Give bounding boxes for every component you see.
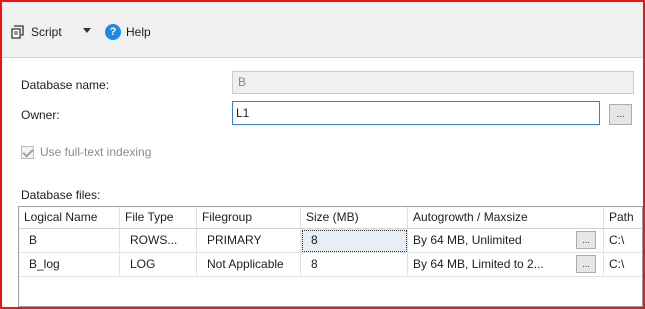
help-label: Help — [126, 25, 151, 39]
database-name-label: Database name: — [21, 78, 110, 92]
size-cell[interactable]: 8 — [301, 253, 408, 277]
path-cell[interactable]: C:\ — [604, 253, 642, 277]
help-button[interactable]: ? Help — [105, 22, 151, 42]
script-icon — [11, 25, 24, 39]
filegroup-cell[interactable]: Not Applicable — [197, 253, 301, 277]
size-cell[interactable]: 8 — [301, 229, 408, 253]
logical-name-cell[interactable]: B_log — [19, 253, 120, 277]
column-header-logical-name[interactable]: Logical Name — [19, 207, 120, 229]
column-header-filegroup[interactable]: Filegroup — [197, 207, 301, 229]
table-row[interactable]: B ROWS... PRIMARY 8 By 64 MB, Unlimited … — [19, 229, 642, 253]
fulltext-label: Use full-text indexing — [40, 145, 152, 159]
grid-header-row: Logical Name File Type Filegroup Size (M… — [19, 207, 642, 231]
fulltext-indexing-option: Use full-text indexing — [21, 145, 151, 159]
script-label: Script — [31, 25, 62, 39]
help-icon: ? — [105, 24, 121, 40]
filegroup-cell[interactable]: PRIMARY — [197, 229, 301, 253]
autogrowth-text: By 64 MB, Limited to 2... — [413, 257, 544, 271]
logical-name-cell[interactable]: B — [19, 229, 120, 253]
path-cell[interactable]: C:\ — [604, 229, 642, 253]
script-button[interactable]: Script — [10, 22, 62, 42]
autogrowth-text: By 64 MB, Unlimited — [413, 233, 522, 247]
database-files-grid: Logical Name File Type Filegroup Size (M… — [18, 206, 643, 307]
file-type-cell[interactable]: ROWS... — [120, 229, 197, 253]
autogrowth-browse-button[interactable]: ... — [576, 255, 596, 273]
fulltext-checkbox — [21, 145, 34, 159]
chevron-down-icon[interactable] — [83, 28, 91, 33]
owner-field[interactable] — [232, 101, 600, 125]
column-header-autogrowth[interactable]: Autogrowth / Maxsize — [408, 207, 604, 229]
autogrowth-cell[interactable]: By 64 MB, Unlimited ... — [408, 229, 604, 253]
owner-label: Owner: — [21, 108, 60, 122]
toolbar: Script ? Help — [2, 2, 643, 58]
owner-browse-button[interactable]: ... — [609, 104, 632, 125]
database-files-label: Database files: — [21, 188, 101, 202]
column-header-size[interactable]: Size (MB) — [301, 207, 408, 229]
autogrowth-browse-button[interactable]: ... — [576, 231, 596, 249]
autogrowth-cell[interactable]: By 64 MB, Limited to 2... ... — [408, 253, 604, 277]
database-name-field: B — [232, 71, 634, 94]
column-header-file-type[interactable]: File Type — [120, 207, 197, 229]
table-row[interactable]: B_log LOG Not Applicable 8 By 64 MB, Lim… — [19, 253, 642, 277]
column-header-path[interactable]: Path — [604, 207, 642, 229]
file-type-cell[interactable]: LOG — [120, 253, 197, 277]
